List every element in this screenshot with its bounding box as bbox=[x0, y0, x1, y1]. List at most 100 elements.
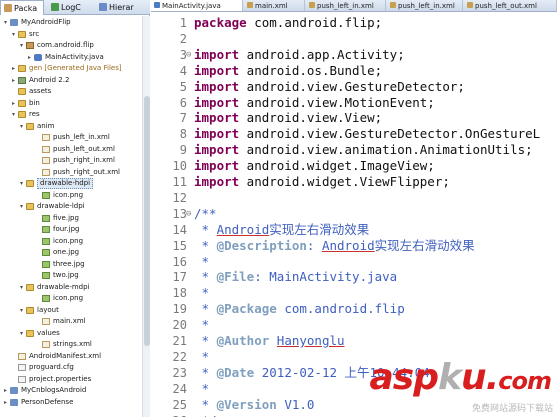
tree-vertical-scrollbar[interactable] bbox=[142, 16, 150, 417]
code-line[interactable]: /** bbox=[194, 206, 217, 222]
tree-item-label: src bbox=[29, 29, 40, 38]
line-number: 18 bbox=[172, 286, 187, 301]
code-line[interactable]: * @Description: Android实现左右滑动效果 bbox=[194, 238, 475, 254]
expand-toggle-icon[interactable]: ▾ bbox=[2, 17, 9, 28]
tree-item-label: MyAndroidFlip bbox=[21, 18, 71, 26]
tab-package-explorer[interactable]: Packa bbox=[0, 0, 44, 15]
lib-icon bbox=[18, 76, 26, 84]
line-number: 24 bbox=[172, 381, 187, 396]
code-line[interactable]: import android.view.GestureDetector; bbox=[194, 79, 465, 95]
code-line[interactable]: import android.view.MotionEvent; bbox=[194, 95, 435, 111]
expand-toggle-icon[interactable]: ▸ bbox=[10, 98, 17, 109]
expand-toggle-icon[interactable]: ▸ bbox=[10, 63, 17, 74]
expand-toggle-icon[interactable]: ▾ bbox=[18, 121, 25, 132]
folder-icon bbox=[18, 88, 26, 95]
tree-item-label: Android 2.2 bbox=[29, 75, 70, 84]
code-line[interactable]: import android.app.Activity; bbox=[194, 47, 405, 63]
tab-logcat[interactable]: LogC bbox=[48, 0, 92, 15]
expand-toggle-icon[interactable]: ▾ bbox=[10, 29, 17, 40]
code-line[interactable]: import android.view.animation.AnimationU… bbox=[194, 142, 533, 158]
code-line[interactable]: import android.widget.ViewFlipper; bbox=[194, 174, 450, 190]
editor-tab[interactable]: push_left_in.xml bbox=[387, 0, 463, 11]
code-line[interactable]: */ bbox=[194, 413, 217, 417]
line-number: 23 bbox=[172, 365, 187, 380]
line-number: 12 bbox=[172, 190, 187, 205]
code-line[interactable]: * @Date 2012-02-12 上午10:44:04 bbox=[194, 365, 430, 381]
tree-item-label: icon.png bbox=[53, 294, 84, 302]
tree-item-label: push_right_out.xml bbox=[53, 167, 121, 176]
folder-icon bbox=[26, 329, 34, 337]
tree-item-label: MainActivity.java bbox=[45, 52, 104, 61]
expand-toggle-icon[interactable]: ▾ bbox=[18, 305, 25, 316]
code-token: import bbox=[194, 174, 240, 189]
expand-toggle-icon[interactable]: ▾ bbox=[18, 282, 25, 293]
hierarchy-icon bbox=[99, 3, 107, 11]
code-line[interactable]: import android.view.GestureDetector.OnGe… bbox=[194, 126, 540, 142]
folder-icon bbox=[26, 122, 34, 130]
expand-toggle-icon[interactable]: ▾ bbox=[10, 109, 17, 120]
code-line[interactable]: * bbox=[194, 254, 210, 270]
expand-toggle-icon[interactable]: ▾ bbox=[18, 40, 25, 51]
code-token: : bbox=[306, 237, 322, 253]
editor-tab[interactable]: MainActivity.java bbox=[151, 0, 243, 11]
line-number: 14 bbox=[172, 222, 187, 237]
code-line[interactable]: * bbox=[194, 381, 210, 397]
code-token: import bbox=[194, 110, 240, 126]
code-line[interactable]: * Android实现左右滑动效果 bbox=[194, 222, 370, 238]
code-token: android.widget.ViewFlipper; bbox=[239, 174, 450, 189]
code-token: import bbox=[194, 142, 240, 158]
code-token: @Description bbox=[216, 237, 307, 253]
code-token: * bbox=[194, 317, 210, 333]
fold-toggle-icon[interactable]: ⊖ bbox=[186, 206, 191, 222]
code-line[interactable]: * bbox=[194, 317, 210, 333]
expand-toggle-icon[interactable]: ▸ bbox=[10, 75, 17, 86]
editor-tab[interactable]: push_left_out.xml bbox=[464, 0, 557, 11]
tree-item-label: AndroidManifest.xml bbox=[29, 351, 102, 360]
tree-item-label: two.jpg bbox=[53, 271, 79, 279]
code-line[interactable]: * bbox=[194, 285, 210, 301]
code-line[interactable]: package com.android.flip; bbox=[194, 15, 382, 31]
folder-icon bbox=[26, 180, 34, 187]
tree-item-label: com.android.flip bbox=[37, 41, 94, 49]
tree-item-label: layout bbox=[37, 305, 59, 314]
package-icon bbox=[26, 42, 34, 49]
scrollbar-thumb[interactable] bbox=[144, 96, 150, 346]
code-line[interactable]: * bbox=[194, 349, 210, 365]
tree-item-label: drawable-hdpi bbox=[37, 178, 94, 189]
code-line[interactable]: import android.os.Bundle; bbox=[194, 63, 382, 79]
code-token: * bbox=[194, 285, 210, 301]
expand-toggle-icon[interactable]: ▾ bbox=[18, 178, 25, 189]
line-number: 9 bbox=[179, 143, 187, 158]
expand-toggle-icon[interactable]: ▸ bbox=[2, 397, 9, 408]
code-line[interactable]: import android.widget.ImageView; bbox=[194, 158, 435, 174]
xml-icon bbox=[42, 341, 50, 348]
xml-file-icon bbox=[309, 2, 315, 8]
code-token: 实现左右滑动效果 bbox=[374, 237, 475, 253]
code-line[interactable]: * @Version V1.0 bbox=[194, 396, 315, 413]
expand-toggle-icon[interactable]: ▸ bbox=[2, 385, 9, 396]
code-line[interactable]: * @File: MainActivity.java bbox=[194, 269, 398, 285]
code-token: V1.0 bbox=[276, 396, 315, 412]
code-line[interactable]: * @Package com.android.flip bbox=[194, 301, 405, 317]
editor-tab[interactable]: main.xml bbox=[244, 0, 305, 11]
tab-hierarchy[interactable]: Hierar bbox=[96, 0, 146, 15]
tree-item-label: drawable-mdpi bbox=[37, 282, 90, 291]
expand-toggle-icon[interactable]: ▸ bbox=[26, 52, 33, 63]
code-token: android.view.GestureDetector.OnGestureL bbox=[239, 126, 541, 142]
fold-toggle-icon[interactable]: ⊖ bbox=[186, 47, 191, 63]
img-icon bbox=[42, 272, 50, 279]
expand-toggle-icon[interactable]: ▾ bbox=[18, 201, 25, 212]
code-area[interactable]: package com.android.flip; import android.… bbox=[194, 13, 557, 417]
expand-toggle-icon[interactable]: ▾ bbox=[18, 328, 25, 339]
code-token: @Package bbox=[216, 301, 277, 317]
code-line[interactable]: * @Author Hanyonglu bbox=[194, 333, 345, 349]
editor-tab[interactable]: push_left_in.xml bbox=[306, 0, 386, 11]
code-line[interactable]: import android.view.View; bbox=[194, 110, 382, 126]
editor-tab-label: push_left_in.xml bbox=[317, 2, 374, 10]
tree-item-label: anim bbox=[37, 121, 55, 130]
